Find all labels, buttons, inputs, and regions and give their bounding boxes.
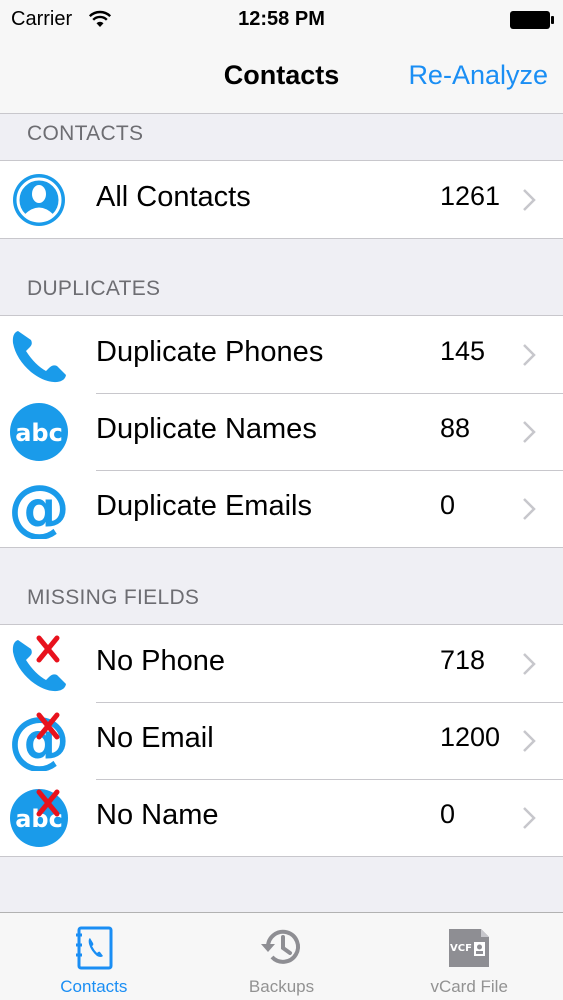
chevron-right-icon	[523, 807, 536, 829]
chevron-right-icon	[523, 653, 536, 675]
chevron-right-icon	[523, 498, 536, 520]
svg-text:@: @	[9, 479, 69, 539]
vcf-badge-text: VCF	[450, 943, 472, 954]
row-label: No Phone	[96, 645, 225, 677]
section-header-contacts: CONTACTS	[27, 122, 144, 145]
phone-missing-icon	[12, 635, 66, 692]
row-no-name[interactable]: abc No Name 0	[0, 779, 563, 856]
row-no-phone[interactable]: No Phone 718	[0, 625, 563, 702]
section-header-duplicates: DUPLICATES	[27, 277, 161, 300]
name-missing-icon: abc	[10, 789, 68, 847]
chevron-right-icon	[523, 730, 536, 752]
tab-label: Contacts	[60, 977, 128, 996]
row-count: 1200	[440, 722, 501, 752]
tab-label: vCard File	[430, 977, 508, 996]
tab-contacts[interactable]: Contacts	[0, 913, 188, 1000]
chevron-right-icon	[523, 189, 536, 211]
contact-person-icon	[13, 174, 65, 226]
row-count: 1261	[440, 181, 501, 211]
row-duplicate-names[interactable]: abc Duplicate Names 88	[0, 393, 563, 470]
row-label: Duplicate Emails	[96, 490, 312, 522]
contacts-table: CONTACTS All Contacts 1261 DUPLICATES Du…	[0, 114, 563, 912]
history-clock-icon	[260, 929, 300, 964]
status-bar: Carrier 12:58 PM	[0, 0, 563, 40]
tab-backups[interactable]: Backups	[188, 913, 376, 1000]
vcf-file-icon: VCF	[449, 929, 490, 967]
navigation-bar: Contacts Re-Analyze	[0, 40, 563, 114]
row-all-contacts[interactable]: All Contacts 1261	[0, 161, 563, 238]
row-count: 88	[440, 413, 471, 443]
abc-icon: abc	[10, 403, 68, 461]
row-count: 0	[440, 490, 456, 520]
row-count: 0	[440, 799, 456, 829]
row-label: Duplicate Phones	[96, 336, 324, 368]
row-no-email[interactable]: @ No Email 1200	[0, 702, 563, 779]
row-label: Duplicate Names	[96, 413, 317, 445]
row-label: No Name	[96, 799, 219, 831]
at-sign-icon: @	[9, 479, 69, 539]
section-header-missing-fields: MISSING FIELDS	[27, 586, 200, 609]
row-label: No Email	[96, 722, 214, 754]
svg-text:abc: abc	[15, 419, 63, 447]
phone-icon	[12, 331, 66, 383]
svg-text:@: @	[9, 711, 69, 771]
battery-icon	[510, 11, 554, 29]
group-contacts: All Contacts 1261	[0, 160, 563, 239]
email-missing-icon: @	[9, 711, 69, 771]
chevron-right-icon	[523, 421, 536, 443]
row-count: 718	[440, 645, 486, 675]
row-duplicate-phones[interactable]: Duplicate Phones 145	[0, 316, 563, 393]
status-time: 12:58 PM	[238, 8, 325, 30]
group-duplicates: Duplicate Phones 145 abc Duplicate Names…	[0, 315, 563, 548]
tab-label: Backups	[248, 977, 315, 996]
contacts-book-icon	[75, 926, 113, 970]
group-missing-fields: No Phone 718 @ No Email 1200 abc No Name…	[0, 624, 563, 857]
tab-vcard-file[interactable]: VCF vCard File	[375, 913, 563, 1000]
re-analyze-button[interactable]: Re-Analyze	[408, 60, 548, 91]
row-count: 145	[440, 336, 486, 366]
chevron-right-icon	[523, 344, 536, 366]
row-duplicate-emails[interactable]: @ Duplicate Emails 0	[0, 470, 563, 547]
row-label: All Contacts	[96, 181, 251, 213]
tab-bar: Contacts Backups VCF vCard File	[0, 912, 563, 1000]
